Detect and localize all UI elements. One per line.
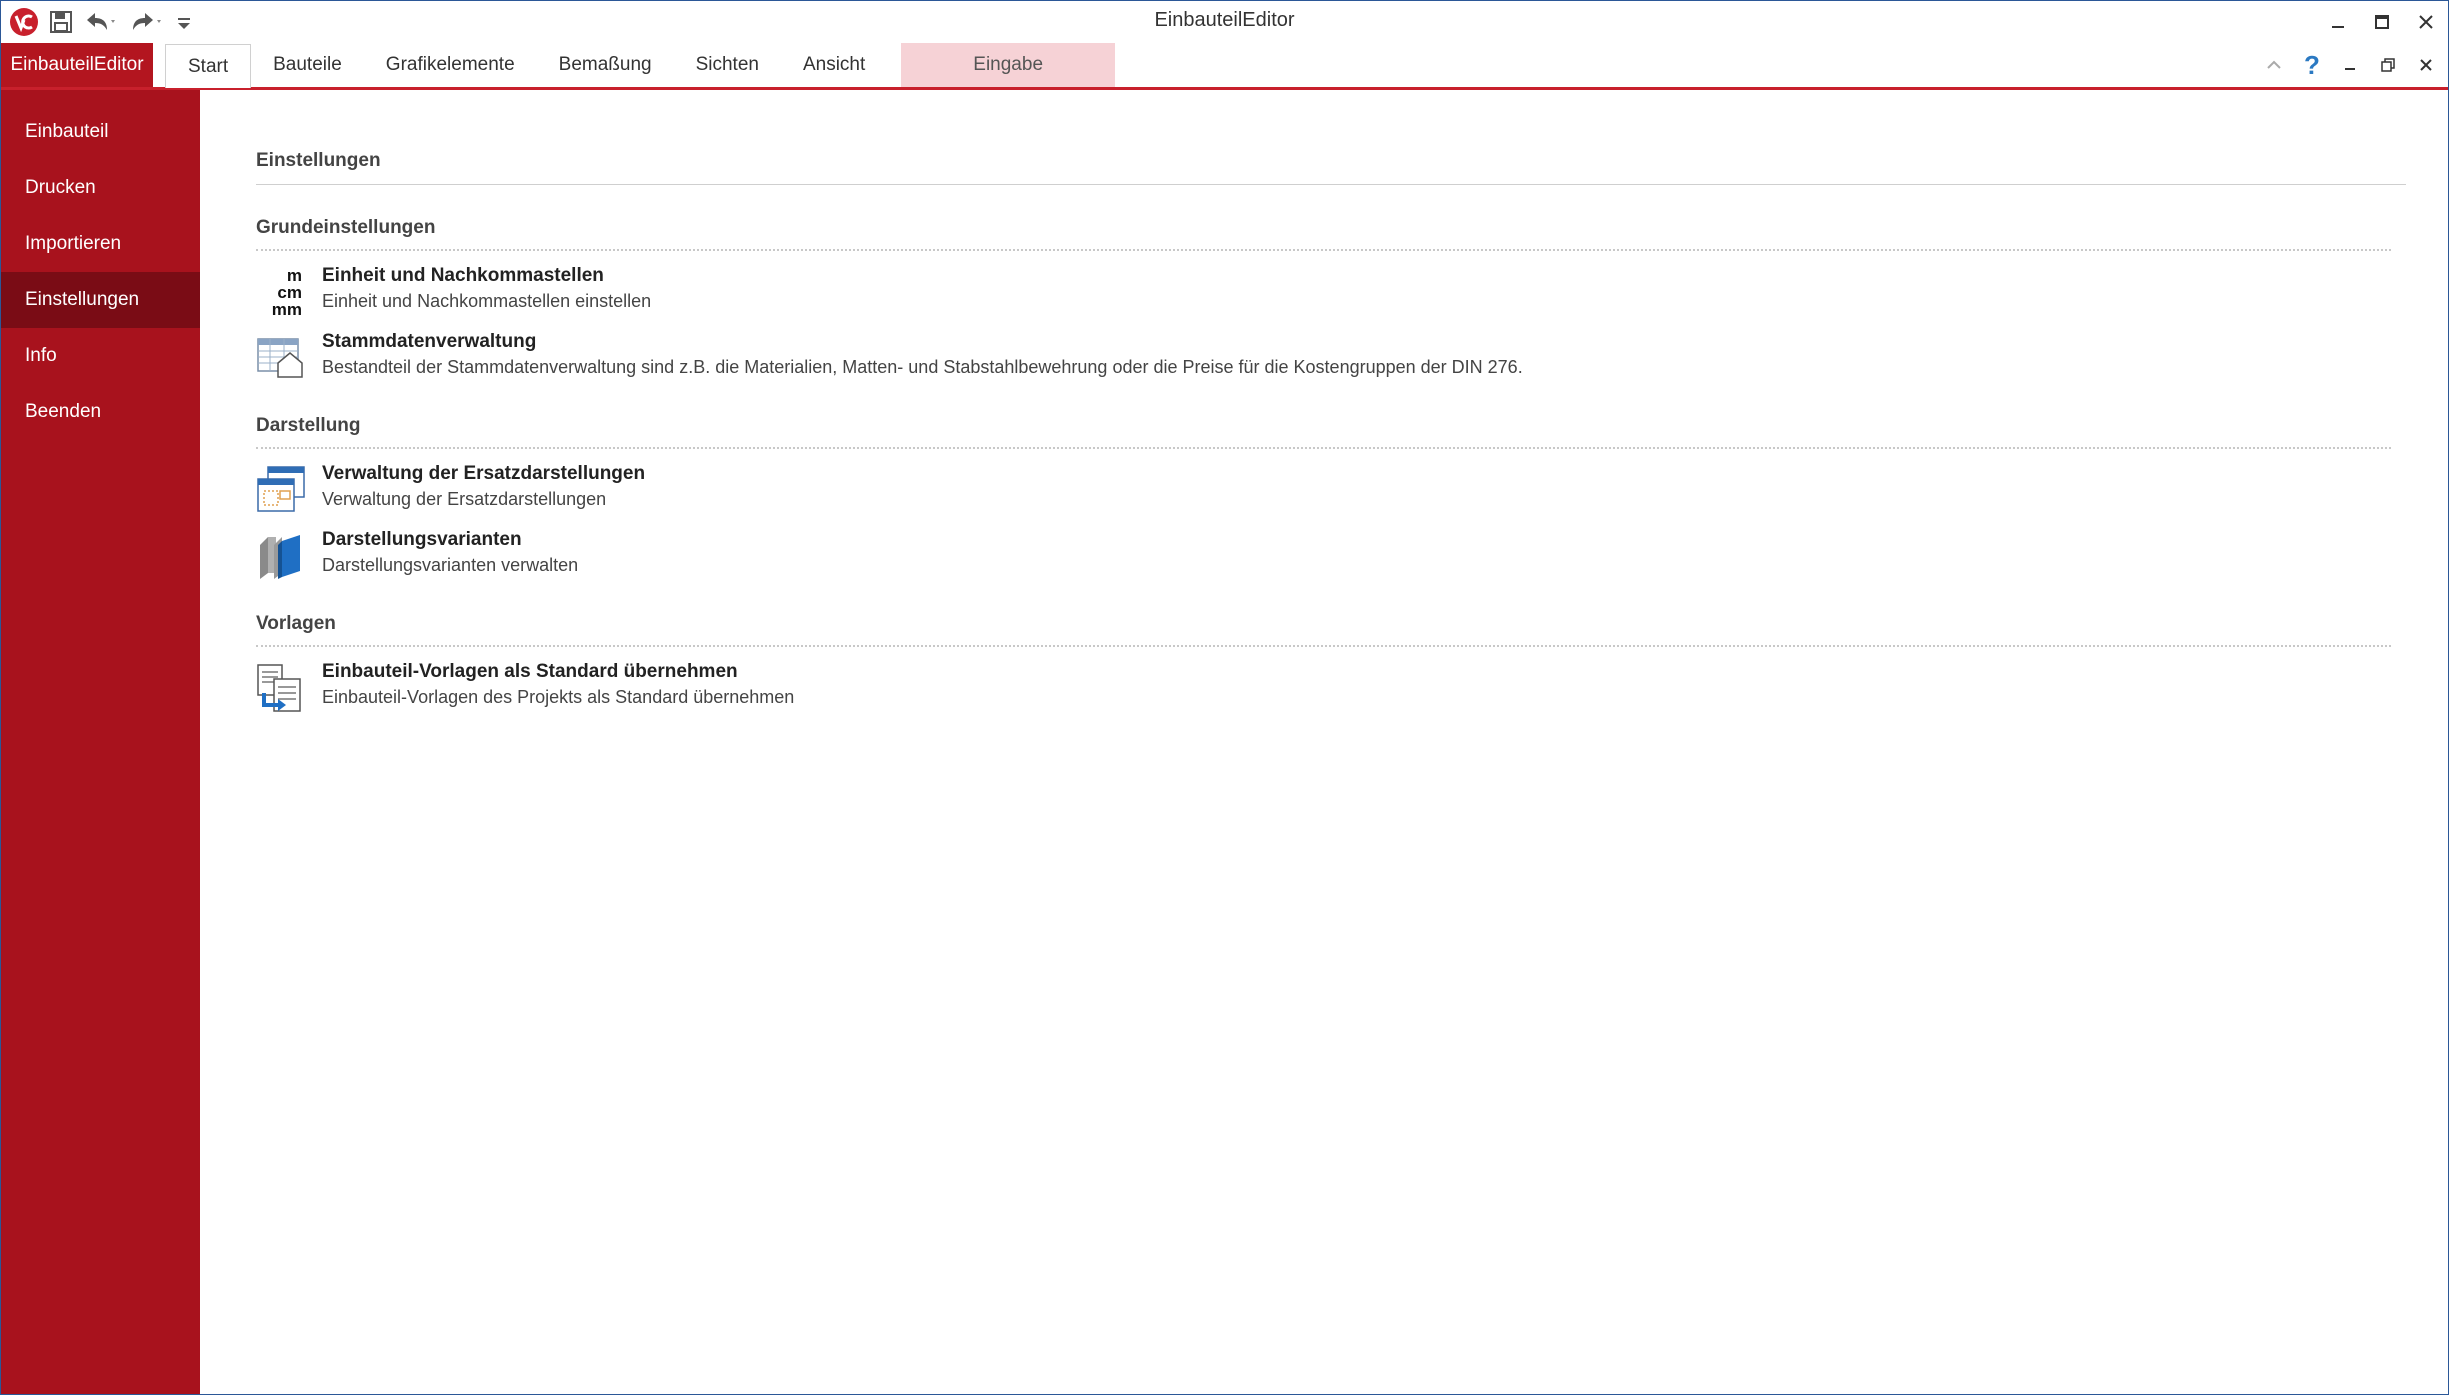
tab-file[interactable]: EinbauteilEditor — [1, 43, 153, 87]
collapse-ribbon-icon[interactable] — [2262, 53, 2286, 77]
entry-description: Darstellungsvarianten verwalten — [322, 555, 579, 575]
templates-icon — [256, 663, 306, 713]
sidebar-item-info[interactable]: Info — [1, 328, 200, 384]
page-title: Einstellungen — [256, 150, 2406, 185]
entry-description: Einbauteil-Vorlagen des Projekts als Sta… — [322, 687, 795, 707]
tab-eingabe[interactable]: Eingabe — [901, 43, 1116, 87]
tab-sichten[interactable]: Sichten — [674, 43, 781, 87]
settings-entry-master-data[interactable]: Stammdatenverwaltung Bestandteil der Sta… — [256, 331, 2408, 383]
display-variants-icon — [256, 531, 306, 581]
master-data-icon — [256, 333, 306, 383]
close-icon[interactable] — [2404, 1, 2448, 43]
settings-entry-templates[interactable]: Einbauteil-Vorlagen als Standard überneh… — [256, 661, 2408, 713]
backstage-sidebar: Einbauteil Drucken Importieren Einstellu… — [1, 90, 200, 1394]
sidebar-item-beenden[interactable]: Beenden — [1, 384, 200, 440]
tab-grafikelemente[interactable]: Grafikelemente — [364, 43, 537, 87]
entry-title: Stammdatenverwaltung — [322, 331, 537, 352]
ribbon-tabs: Start Bauteile Grafikelemente Bemaßung S… — [165, 43, 1116, 88]
tab-start[interactable]: Start — [165, 44, 252, 88]
entry-description: Einheit und Nachkommastellen einstellen — [322, 291, 652, 311]
group-title-grundeinstellungen: Grundeinstellungen — [256, 217, 2391, 251]
entry-title: Einheit und Nachkommastellen — [322, 265, 604, 286]
app-window: EinbauteilEditor EinbauteilEditor Start … — [0, 0, 2449, 1395]
settings-panel: Einstellungen Grundeinstellungen m cm mm… — [256, 90, 2408, 713]
doc-restore-icon[interactable] — [2376, 53, 2400, 77]
group-title-vorlagen: Vorlagen — [256, 613, 2391, 647]
tab-ansicht[interactable]: Ansicht — [781, 43, 887, 87]
title-bar: EinbauteilEditor — [1, 1, 2448, 43]
maximize-icon[interactable] — [2360, 1, 2404, 43]
units-icon-m: m — [286, 266, 302, 285]
minimize-icon[interactable] — [2316, 1, 2360, 43]
help-symbol: ? — [2304, 49, 2320, 80]
window-title: EinbauteilEditor — [1154, 9, 1295, 31]
window-controls — [2316, 1, 2448, 43]
sidebar-item-einstellungen[interactable]: Einstellungen — [1, 272, 200, 328]
entry-title: Darstellungsvarianten — [322, 529, 522, 550]
units-icon: m cm mm — [256, 266, 306, 319]
help-icon[interactable]: ? — [2300, 50, 2324, 80]
settings-entry-substitute-display[interactable]: Verwaltung der Ersatzdarstellungen Verwa… — [256, 463, 2408, 515]
sidebar-item-importieren[interactable]: Importieren — [1, 216, 200, 272]
settings-entry-units[interactable]: m cm mm Einheit und Nachkommastellen Ein… — [256, 265, 2408, 319]
settings-entry-display-variants[interactable]: Darstellungsvarianten Darstellungsvarian… — [256, 529, 2408, 581]
units-icon-mm: mm — [271, 300, 302, 319]
entry-description: Verwaltung der Ersatzdarstellungen — [322, 489, 607, 509]
sidebar-item-drucken[interactable]: Drucken — [1, 160, 200, 216]
entry-title: Einbauteil-Vorlagen als Standard überneh… — [322, 661, 738, 682]
doc-minimize-icon[interactable] — [2338, 53, 2362, 77]
units-icon-cm: cm — [277, 283, 302, 302]
doc-close-icon[interactable] — [2414, 53, 2438, 77]
tab-bemassung[interactable]: Bemaßung — [537, 43, 674, 87]
ribbon-right-controls: ? — [2262, 43, 2438, 87]
tab-bauteile[interactable]: Bauteile — [251, 43, 364, 87]
entry-description: Bestandteil der Stammdatenverwaltung sin… — [322, 357, 1523, 377]
sidebar-item-einbauteil[interactable]: Einbauteil — [1, 104, 200, 160]
group-title-darstellung: Darstellung — [256, 415, 2391, 449]
ribbon-tab-bar: EinbauteilEditor Start Bauteile Grafikel… — [1, 43, 2448, 90]
substitute-display-icon — [256, 465, 306, 515]
entry-title: Verwaltung der Ersatzdarstellungen — [322, 463, 646, 484]
